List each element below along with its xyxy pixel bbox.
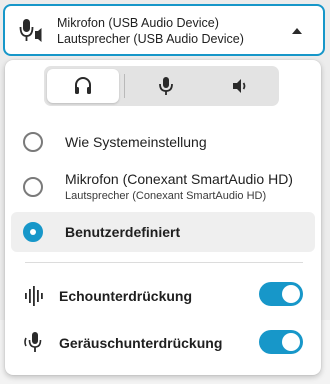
radio-system-default[interactable]: [23, 132, 43, 152]
echo-waveform-icon: [25, 286, 43, 306]
option-system-default[interactable]: Wie Systemeinstellung: [11, 124, 315, 160]
divider: [25, 262, 303, 263]
echo-cancellation-label: Echounterdrückung: [59, 288, 193, 304]
radio-custom[interactable]: [23, 222, 43, 242]
option-label: Mikrofon (Conexant SmartAudio HD): [65, 171, 293, 187]
audio-settings-popup: Wie Systemeinstellung Mikrofon (Conexant…: [5, 60, 321, 375]
audio-device-dropdown[interactable]: Mikrofon (USB Audio Device) Lautsprecher…: [3, 4, 325, 56]
option-conexant[interactable]: Mikrofon (Conexant SmartAudio HD) Lautsp…: [11, 164, 315, 210]
tab-microphone[interactable]: [130, 69, 202, 103]
option-label: Wie Systemeinstellung: [65, 134, 207, 150]
chevron-up-icon: [292, 28, 302, 34]
radio-conexant[interactable]: [23, 177, 43, 197]
option-custom[interactable]: Benutzerdefiniert: [11, 212, 315, 252]
option-label: Benutzerdefiniert: [65, 224, 181, 240]
toggle-knob: [282, 285, 300, 303]
microphone-speaker-icon: [19, 19, 42, 42]
option-sublabel: Lautsprecher (Conexant SmartAudio HD): [65, 190, 267, 202]
microphone-icon: [159, 77, 173, 95]
toggle-knob: [282, 333, 300, 351]
selected-microphone-label: Mikrofon (USB Audio Device): [57, 16, 219, 30]
noise-suppression-toggle[interactable]: [259, 330, 303, 354]
noise-suppression-mic-icon: [24, 332, 42, 352]
echo-cancellation-toggle[interactable]: [259, 282, 303, 306]
headset-icon: [75, 77, 91, 94]
tab-speaker[interactable]: [204, 69, 276, 103]
speaker-icon: [233, 79, 246, 93]
segment-separator: [124, 74, 125, 98]
tab-headset[interactable]: [47, 69, 119, 103]
noise-suppression-label: Geräuschunterdrückung: [59, 335, 223, 351]
selected-speaker-label: Lautsprecher (USB Audio Device): [57, 32, 244, 46]
device-type-segmented-control: [44, 66, 279, 106]
